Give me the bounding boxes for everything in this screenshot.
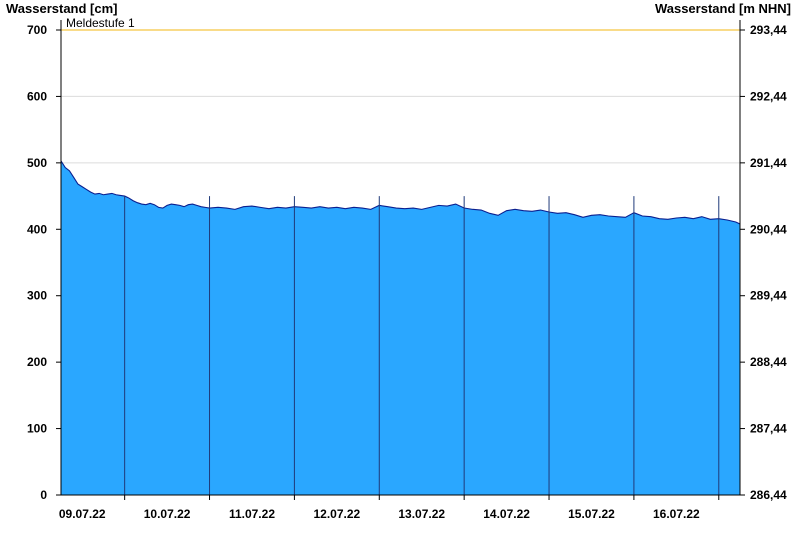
right-tick-label: 288,44	[750, 355, 787, 369]
right-tick-label: 290,44	[750, 222, 787, 236]
x-tick-label: 14.07.22	[483, 507, 530, 521]
left-tick-label: 300	[27, 289, 47, 303]
x-tick-label: 10.07.22	[144, 507, 191, 521]
right-tick-label: 293,44	[750, 23, 787, 37]
right-tick-label: 292,44	[750, 89, 787, 103]
x-tick-labels: 09.07.22 10.07.22 11.07.22 12.07.22 13.07.22…	[59, 507, 700, 521]
water-level-chart: Meldestufe 1 Wasserstand [cm] Wasserstan…	[6, 1, 791, 521]
x-tick-label: 16.07.22	[653, 507, 700, 521]
series-area	[61, 160, 740, 495]
left-tick-labels: 0 100 200 300 400 500 600 700	[27, 23, 61, 502]
right-tick-label: 286,44	[750, 488, 787, 502]
x-tick-label: 13.07.22	[398, 507, 445, 521]
right-tick-labels: 286,44 287,44 288,44 289,44 290,44 291,44 292,…	[740, 23, 787, 502]
left-tick-label: 400	[27, 222, 47, 236]
right-tick-label: 287,44	[750, 422, 787, 436]
reference-line-label: Meldestufe 1	[66, 16, 135, 30]
left-tick-label: 100	[27, 422, 47, 436]
left-tick-label: 700	[27, 23, 47, 37]
x-tick-label: 12.07.22	[313, 507, 360, 521]
right-tick-label: 289,44	[750, 289, 787, 303]
x-tick-label: 15.07.22	[568, 507, 615, 521]
left-tick-label: 200	[27, 355, 47, 369]
reference-lines: Meldestufe 1	[61, 16, 740, 31]
left-tick-label: 600	[27, 89, 47, 103]
x-tick-label: 09.07.22	[59, 507, 106, 521]
series-layer	[60, 160, 741, 495]
right-tick-label: 291,44	[750, 156, 787, 170]
left-tick-label: 0	[40, 488, 47, 502]
left-tick-label: 500	[27, 156, 47, 170]
left-axis-title: Wasserstand [cm]	[6, 1, 118, 16]
x-tick-label: 11.07.22	[229, 507, 275, 521]
right-axis-title: Wasserstand [m NHN]	[655, 1, 791, 16]
